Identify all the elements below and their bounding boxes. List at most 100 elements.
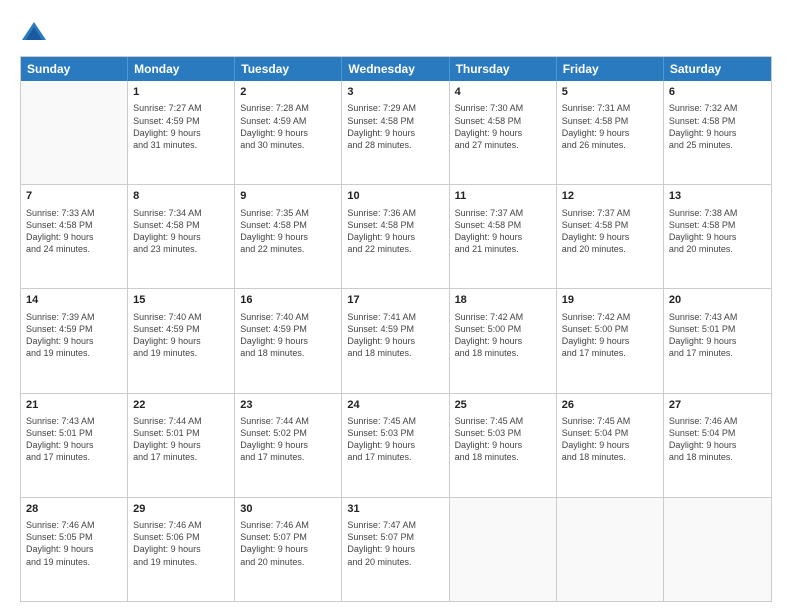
day-number: 14	[26, 293, 122, 308]
cell-info-line: and 18 minutes.	[669, 451, 766, 463]
cell-info-line: Sunset: 4:59 PM	[26, 323, 122, 335]
day-number: 29	[133, 502, 229, 517]
cell-info-line: Sunset: 4:58 PM	[669, 219, 766, 231]
day-number: 1	[133, 85, 229, 100]
cell-info-line: and 25 minutes.	[669, 139, 766, 151]
cell-info-line: Sunset: 5:07 PM	[347, 531, 443, 543]
calendar-cell: 12Sunrise: 7:37 AMSunset: 4:58 PMDayligh…	[557, 185, 664, 288]
cell-info-line: Sunrise: 7:40 AM	[240, 311, 336, 323]
cell-info-line: Sunset: 5:00 PM	[562, 323, 658, 335]
day-number: 9	[240, 189, 336, 204]
cell-info-line: Sunrise: 7:46 AM	[133, 519, 229, 531]
calendar-header-friday: Friday	[557, 57, 664, 81]
day-number: 10	[347, 189, 443, 204]
cell-info-line: Sunset: 5:07 PM	[240, 531, 336, 543]
day-number: 17	[347, 293, 443, 308]
cell-info-line: Sunrise: 7:42 AM	[455, 311, 551, 323]
cell-info-line: and 20 minutes.	[347, 556, 443, 568]
cell-info-line: Sunset: 5:04 PM	[669, 427, 766, 439]
cell-info-line: Sunrise: 7:37 AM	[455, 207, 551, 219]
day-number: 15	[133, 293, 229, 308]
day-number: 24	[347, 398, 443, 413]
cell-info-line: Sunrise: 7:37 AM	[562, 207, 658, 219]
cell-info-line: Sunrise: 7:45 AM	[455, 415, 551, 427]
calendar-cell: 8Sunrise: 7:34 AMSunset: 4:58 PMDaylight…	[128, 185, 235, 288]
cell-info-line: Daylight: 9 hours	[133, 543, 229, 555]
cell-info-line: and 28 minutes.	[347, 139, 443, 151]
cell-info-line: Sunset: 5:06 PM	[133, 531, 229, 543]
day-number: 30	[240, 502, 336, 517]
calendar-cell: 25Sunrise: 7:45 AMSunset: 5:03 PMDayligh…	[450, 394, 557, 497]
cell-info-line: Daylight: 9 hours	[26, 439, 122, 451]
cell-info-line: Sunrise: 7:46 AM	[669, 415, 766, 427]
calendar-cell: 31Sunrise: 7:47 AMSunset: 5:07 PMDayligh…	[342, 498, 449, 601]
cell-info-line: Sunrise: 7:35 AM	[240, 207, 336, 219]
cell-info-line: Sunset: 4:58 PM	[455, 219, 551, 231]
cell-info-line: Daylight: 9 hours	[347, 127, 443, 139]
day-number: 23	[240, 398, 336, 413]
cell-info-line: Sunset: 4:59 PM	[347, 323, 443, 335]
cell-info-line: Sunrise: 7:29 AM	[347, 102, 443, 114]
day-number: 22	[133, 398, 229, 413]
cell-info-line: Sunset: 5:01 PM	[26, 427, 122, 439]
cell-info-line: Sunset: 4:59 PM	[240, 323, 336, 335]
cell-info-line: Sunrise: 7:34 AM	[133, 207, 229, 219]
calendar-cell: 14Sunrise: 7:39 AMSunset: 4:59 PMDayligh…	[21, 289, 128, 392]
cell-info-line: and 18 minutes.	[240, 347, 336, 359]
cell-info-line: Daylight: 9 hours	[240, 335, 336, 347]
cell-info-line: Daylight: 9 hours	[133, 127, 229, 139]
logo	[20, 18, 52, 46]
cell-info-line: Daylight: 9 hours	[26, 231, 122, 243]
calendar-cell: 3 Sunrise: 7:29 AMSunset: 4:58 PMDaylight…	[342, 81, 449, 184]
day-number: 26	[562, 398, 658, 413]
cell-info-line: Sunset: 4:58 PM	[347, 219, 443, 231]
calendar-header-sunday: Sunday	[21, 57, 128, 81]
cell-info-line: and 23 minutes.	[133, 243, 229, 255]
calendar-cell: 24Sunrise: 7:45 AMSunset: 5:03 PMDayligh…	[342, 394, 449, 497]
cell-info-line: Sunrise: 7:46 AM	[26, 519, 122, 531]
cell-info-line: and 26 minutes.	[562, 139, 658, 151]
calendar-header-thursday: Thursday	[450, 57, 557, 81]
cell-info-line: Sunrise: 7:40 AM	[133, 311, 229, 323]
cell-info-line: Sunset: 5:00 PM	[455, 323, 551, 335]
cell-info-line: Sunset: 4:58 PM	[562, 219, 658, 231]
cell-info-line: Daylight: 9 hours	[562, 127, 658, 139]
cell-info-line: Sunset: 4:58 PM	[240, 219, 336, 231]
day-number: 13	[669, 189, 766, 204]
cell-info-line: Daylight: 9 hours	[669, 335, 766, 347]
day-number: 4	[455, 85, 551, 100]
cell-info-line: Sunset: 5:03 PM	[347, 427, 443, 439]
calendar-cell: 17Sunrise: 7:41 AMSunset: 4:59 PMDayligh…	[342, 289, 449, 392]
calendar-week-2: 7Sunrise: 7:33 AMSunset: 4:58 PMDaylight…	[21, 184, 771, 288]
cell-info-line: Sunset: 5:01 PM	[133, 427, 229, 439]
calendar-cell: 13Sunrise: 7:38 AMSunset: 4:58 PMDayligh…	[664, 185, 771, 288]
calendar-cell: 9 Sunrise: 7:35 AMSunset: 4:58 PMDaylight…	[235, 185, 342, 288]
cell-info-line: Sunset: 4:58 PM	[562, 115, 658, 127]
cell-info-line: Sunset: 4:58 PM	[347, 115, 443, 127]
day-number: 21	[26, 398, 122, 413]
day-number: 20	[669, 293, 766, 308]
day-number: 6	[669, 85, 766, 100]
cell-info-line: Sunset: 4:58 PM	[669, 115, 766, 127]
logo-icon	[20, 18, 48, 46]
cell-info-line: and 17 minutes.	[26, 451, 122, 463]
cell-info-line: and 31 minutes.	[133, 139, 229, 151]
cell-info-line: and 18 minutes.	[455, 347, 551, 359]
calendar-cell: 26Sunrise: 7:45 AMSunset: 5:04 PMDayligh…	[557, 394, 664, 497]
calendar-body: 1Sunrise: 7:27 AMSunset: 4:59 PMDaylight…	[21, 81, 771, 601]
calendar-cell: 4Sunrise: 7:30 AMSunset: 4:58 PMDaylight…	[450, 81, 557, 184]
cell-info-line: Sunrise: 7:39 AM	[26, 311, 122, 323]
cell-info-line: Daylight: 9 hours	[562, 335, 658, 347]
day-number: 5	[562, 85, 658, 100]
cell-info-line: Daylight: 9 hours	[347, 439, 443, 451]
cell-info-line: and 22 minutes.	[347, 243, 443, 255]
cell-info-line: Daylight: 9 hours	[26, 543, 122, 555]
calendar-cell: 6Sunrise: 7:32 AMSunset: 4:58 PMDaylight…	[664, 81, 771, 184]
day-number: 18	[455, 293, 551, 308]
day-number: 28	[26, 502, 122, 517]
cell-info-line: Daylight: 9 hours	[240, 127, 336, 139]
cell-info-line: Daylight: 9 hours	[240, 231, 336, 243]
day-number: 3	[347, 85, 443, 100]
cell-info-line: Sunset: 5:03 PM	[455, 427, 551, 439]
calendar-cell	[664, 498, 771, 601]
